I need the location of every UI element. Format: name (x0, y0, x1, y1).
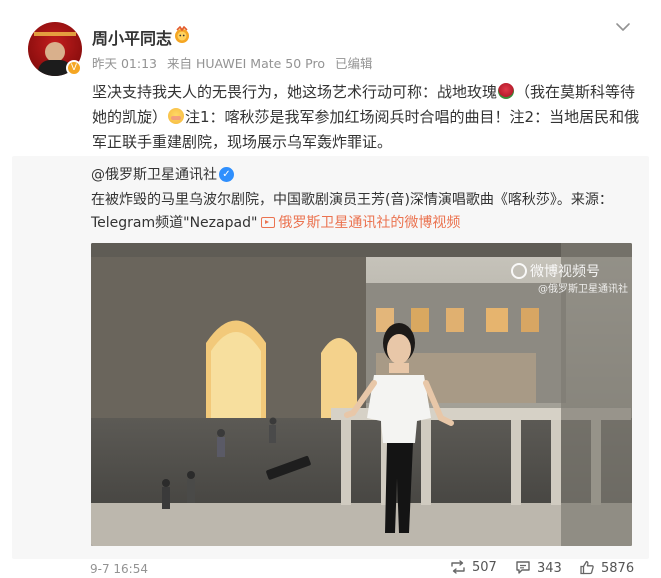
video-link[interactable]: 俄罗斯卫星通讯社的微博视频 (278, 215, 460, 231)
post-author-name[interactable]: 周小平同志 (92, 25, 172, 49)
post-text: 坚决支持我夫人的无畏行为，她这场艺术行动可称：战地玫瑰 （我在莫斯科等待她的凯旋）… (92, 80, 640, 155)
repost-text: 在被炸毁的马里乌波尔剧院，中国歌剧演员王芳(音)深情演唱歌曲《喀秋莎》。来源：T… (91, 189, 636, 235)
weibo-post: V 周小平同志 昨天 01:13 来自 HUAWEI Mate 50 Pro 已… (0, 0, 661, 578)
watermark-text: 微博视频号 (530, 264, 600, 280)
weibo-video-logo-icon (511, 263, 527, 279)
post-source: 来自 HUAWEI Mate 50 Pro (166, 56, 326, 71)
like-count: 5876 (601, 561, 635, 576)
blush-emoji-icon (168, 108, 185, 124)
medal-icon (175, 26, 189, 43)
post-time[interactable]: 昨天 01:13 (92, 56, 157, 71)
verified-badge-icon: V (66, 60, 82, 76)
repost-timestamp[interactable]: 9-7 16:54 (90, 562, 148, 576)
video-watermark: 微博视频号 (511, 261, 600, 281)
comment-button[interactable]: 343 (515, 560, 562, 576)
repost-icon (451, 560, 465, 574)
edited-label[interactable]: 已编辑 (335, 56, 373, 71)
video-link-icon (261, 217, 276, 228)
comment-count: 343 (537, 561, 562, 576)
like-button[interactable]: 5876 (579, 560, 634, 576)
post-text-part: 坚决支持我夫人的无畏行为，她这场艺术行动可称：战地玫瑰 (92, 83, 498, 101)
post-meta: 昨天 01:13 来自 HUAWEI Mate 50 Pro 已编辑 (92, 53, 379, 72)
watermark-sub: @俄罗斯卫星通讯社 (538, 284, 628, 295)
video-player[interactable]: 微博视频号 @俄罗斯卫星通讯社 (91, 243, 632, 546)
repost-card[interactable]: @俄罗斯卫星通讯社 ✓ 在被炸毁的马里乌波尔剧院，中国歌剧演员王芳(音)深情演唱… (12, 156, 649, 559)
comment-icon (516, 561, 530, 574)
repost-author[interactable]: @俄罗斯卫星通讯社 (91, 164, 217, 184)
post-footer: 9-7 16:54 507 343 5876 (0, 559, 661, 578)
chevron-down-icon[interactable] (614, 18, 632, 36)
like-icon (580, 560, 594, 575)
repost-button[interactable]: 507 (450, 560, 497, 576)
rose-emoji-icon (498, 83, 515, 99)
verified-badge-icon: ✓ (219, 167, 234, 182)
repost-count: 507 (472, 560, 497, 575)
